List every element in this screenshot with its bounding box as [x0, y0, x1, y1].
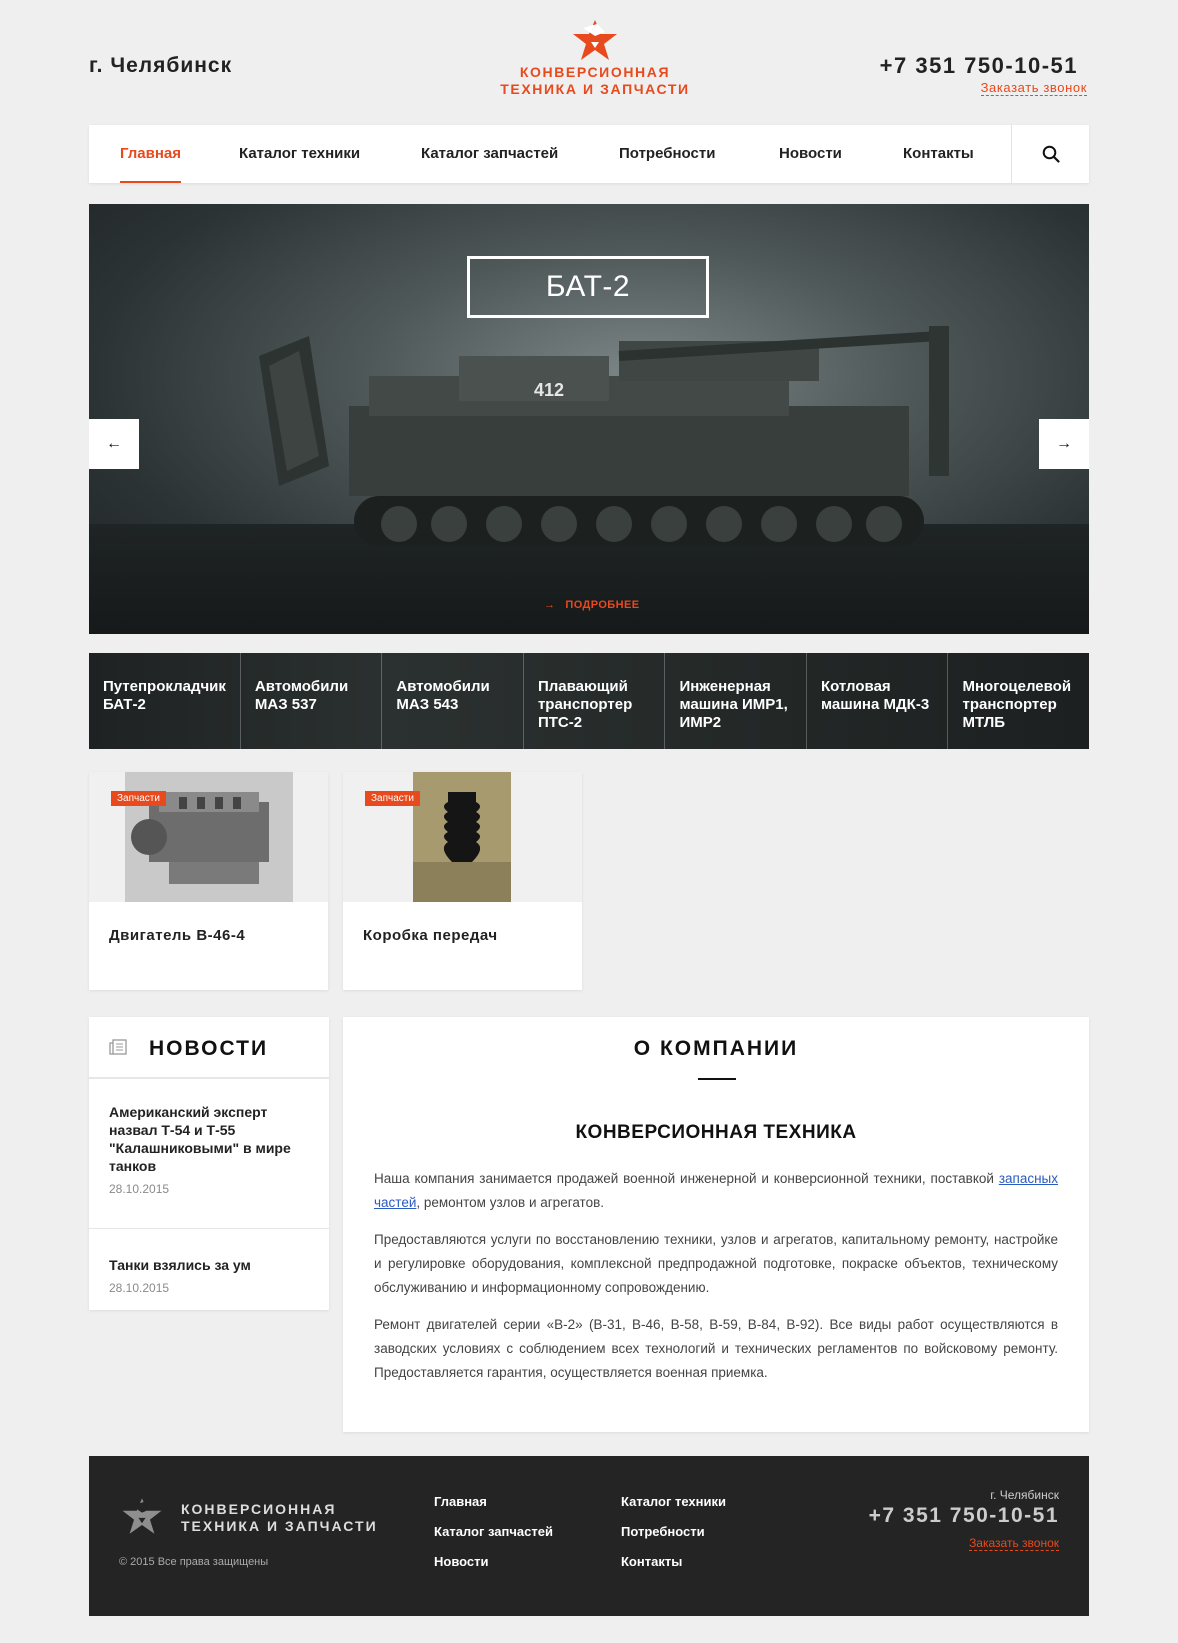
- city-label: г. Челябинск: [89, 54, 233, 77]
- footer-link-news[interactable]: Новости: [434, 1554, 489, 1569]
- product-name: Коробка передач: [363, 927, 498, 944]
- news-item-date: 28.10.2015: [109, 1182, 170, 1196]
- logo-line-1: Конверсионная: [519, 64, 671, 80]
- nav-item-vehicles-catalog[interactable]: Каталог техники: [239, 125, 360, 183]
- arrow-left-icon: ←: [106, 435, 122, 452]
- product-tag: Запчасти: [365, 791, 420, 806]
- product-tag: Запчасти: [111, 791, 166, 806]
- product-card-engine[interactable]: Запчасти Двигатель В-46-4: [89, 772, 328, 990]
- about-subtitle: КОНВЕРСИОННАЯ ТЕХНИКА: [575, 1122, 857, 1143]
- news-header: НОВОСТИ: [89, 1017, 329, 1079]
- category-strip: Путепрокладчик БАТ-2 Автомобили МАЗ 537 …: [89, 653, 1089, 749]
- main-nav: Главная Каталог техники Каталог запчасте…: [89, 125, 1089, 183]
- news-item-date: 28.10.2015: [109, 1281, 170, 1295]
- site-logo[interactable]: Конверсионная техника и запчасти: [460, 18, 730, 98]
- slide-more-label: ПОДРОБНЕЕ: [565, 599, 640, 611]
- about-text-run: Наша компания занимается продажей военно…: [374, 1171, 999, 1186]
- newspaper-icon: [109, 1039, 127, 1055]
- footer-logo-line-2: техника и запчасти: [181, 1518, 378, 1534]
- slider-next-button[interactable]: →: [1039, 419, 1089, 469]
- footer-link-parts-catalog[interactable]: Каталог запчастей: [434, 1524, 553, 1539]
- footer-link-needs[interactable]: Потребности: [621, 1524, 705, 1539]
- vehicle-image: 412: [259, 326, 949, 546]
- slide-title: БАТ-2: [467, 256, 709, 318]
- footer-callback-link[interactable]: Заказать звонок: [969, 1536, 1059, 1551]
- footer-logo-text[interactable]: Конверсионная техника и запчасти: [181, 1501, 378, 1535]
- slider-prev-button[interactable]: ←: [89, 419, 139, 469]
- product-card-gearbox[interactable]: Запчасти Коробка передач: [343, 772, 582, 990]
- news-item[interactable]: Американский эксперт назвал Т-54 и Т-55 …: [89, 1079, 329, 1229]
- slide-more-link[interactable]: → ПОДРОБНЕЕ: [544, 599, 639, 611]
- category-item[interactable]: Путепрокладчик БАТ-2: [89, 653, 241, 749]
- search-icon: [1042, 145, 1060, 163]
- about-section: О КОМПАНИИ КОНВЕРСИОННАЯ ТЕХНИКА Наша ко…: [343, 1017, 1089, 1432]
- arrow-right-icon: →: [544, 599, 556, 611]
- vehicle-number: 412: [534, 380, 564, 400]
- about-paragraph: Наша компания занимается продажей военно…: [374, 1167, 1058, 1215]
- header-phone[interactable]: +7 351 750-10-51: [880, 53, 1078, 79]
- category-item[interactable]: Плавающий транспортер ПТС-2: [524, 653, 666, 749]
- category-item[interactable]: Многоцелевой транспортер МТЛБ: [948, 653, 1089, 749]
- about-text-run: , ремонтом узлов и агрегатов.: [416, 1195, 604, 1210]
- category-item[interactable]: Автомобили МАЗ 537: [241, 653, 383, 749]
- category-item[interactable]: Котловая машина МДК-3: [807, 653, 949, 749]
- category-item[interactable]: Инженерная машина ИМР1, ИМР2: [665, 653, 807, 749]
- news-item[interactable]: Танки взялись за ум 28.10.2015: [89, 1229, 329, 1295]
- logo-star-icon: [573, 20, 617, 60]
- about-divider: [698, 1078, 736, 1080]
- callback-link[interactable]: Заказать звонок: [980, 80, 1087, 96]
- nav-item-home[interactable]: Главная: [120, 125, 182, 183]
- hero-slider: 412 БАТ-2 ← → → ПОДРОБНЕЕ: [89, 204, 1089, 634]
- footer: Конверсионная техника и запчасти © 2015 …: [89, 1456, 1089, 1616]
- news-item-title[interactable]: Танки взялись за ум: [109, 1256, 309, 1274]
- news-title: НОВОСТИ: [149, 1037, 269, 1060]
- about-text: Наша компания занимается продажей военно…: [374, 1167, 1058, 1398]
- about-title: О КОМПАНИИ: [633, 1037, 799, 1060]
- product-name: Двигатель В-46-4: [109, 927, 246, 944]
- search-button[interactable]: [1011, 125, 1089, 183]
- nav-item-needs[interactable]: Потребности: [619, 125, 715, 183]
- news-item-title[interactable]: Американский эксперт назвал Т-54 и Т-55 …: [109, 1103, 309, 1175]
- nav-item-news[interactable]: Новости: [779, 125, 842, 183]
- footer-logo-icon[interactable]: [119, 1496, 165, 1538]
- footer-phone[interactable]: +7 351 750-10-51: [869, 1504, 1059, 1528]
- logo-line-2: техника и запчасти: [500, 81, 690, 97]
- footer-link-vehicles-catalog[interactable]: Каталог техники: [621, 1494, 726, 1509]
- footer-link-home[interactable]: Главная: [434, 1494, 487, 1509]
- news-widget: НОВОСТИ Американский эксперт назвал Т-54…: [89, 1017, 329, 1310]
- nav-item-parts-catalog[interactable]: Каталог запчастей: [421, 125, 558, 183]
- about-paragraph: Ремонт двигателей серии «В-2» (В-31, В-4…: [374, 1317, 1058, 1380]
- footer-link-contacts[interactable]: Контакты: [621, 1554, 682, 1569]
- header: г. Челябинск Конверсионная техника и зап…: [0, 0, 1178, 120]
- category-item[interactable]: Автомобили МАЗ 543: [382, 653, 524, 749]
- arrow-right-icon: →: [1056, 435, 1072, 452]
- footer-logo-line-1: Конверсионная: [181, 1501, 337, 1517]
- about-paragraph: Предоставляются услуги по восстановлению…: [374, 1232, 1058, 1295]
- footer-city: г. Челябинск: [990, 1488, 1059, 1502]
- copyright: © 2015 Все права защищены: [119, 1556, 269, 1568]
- nav-item-contacts[interactable]: Контакты: [903, 125, 974, 183]
